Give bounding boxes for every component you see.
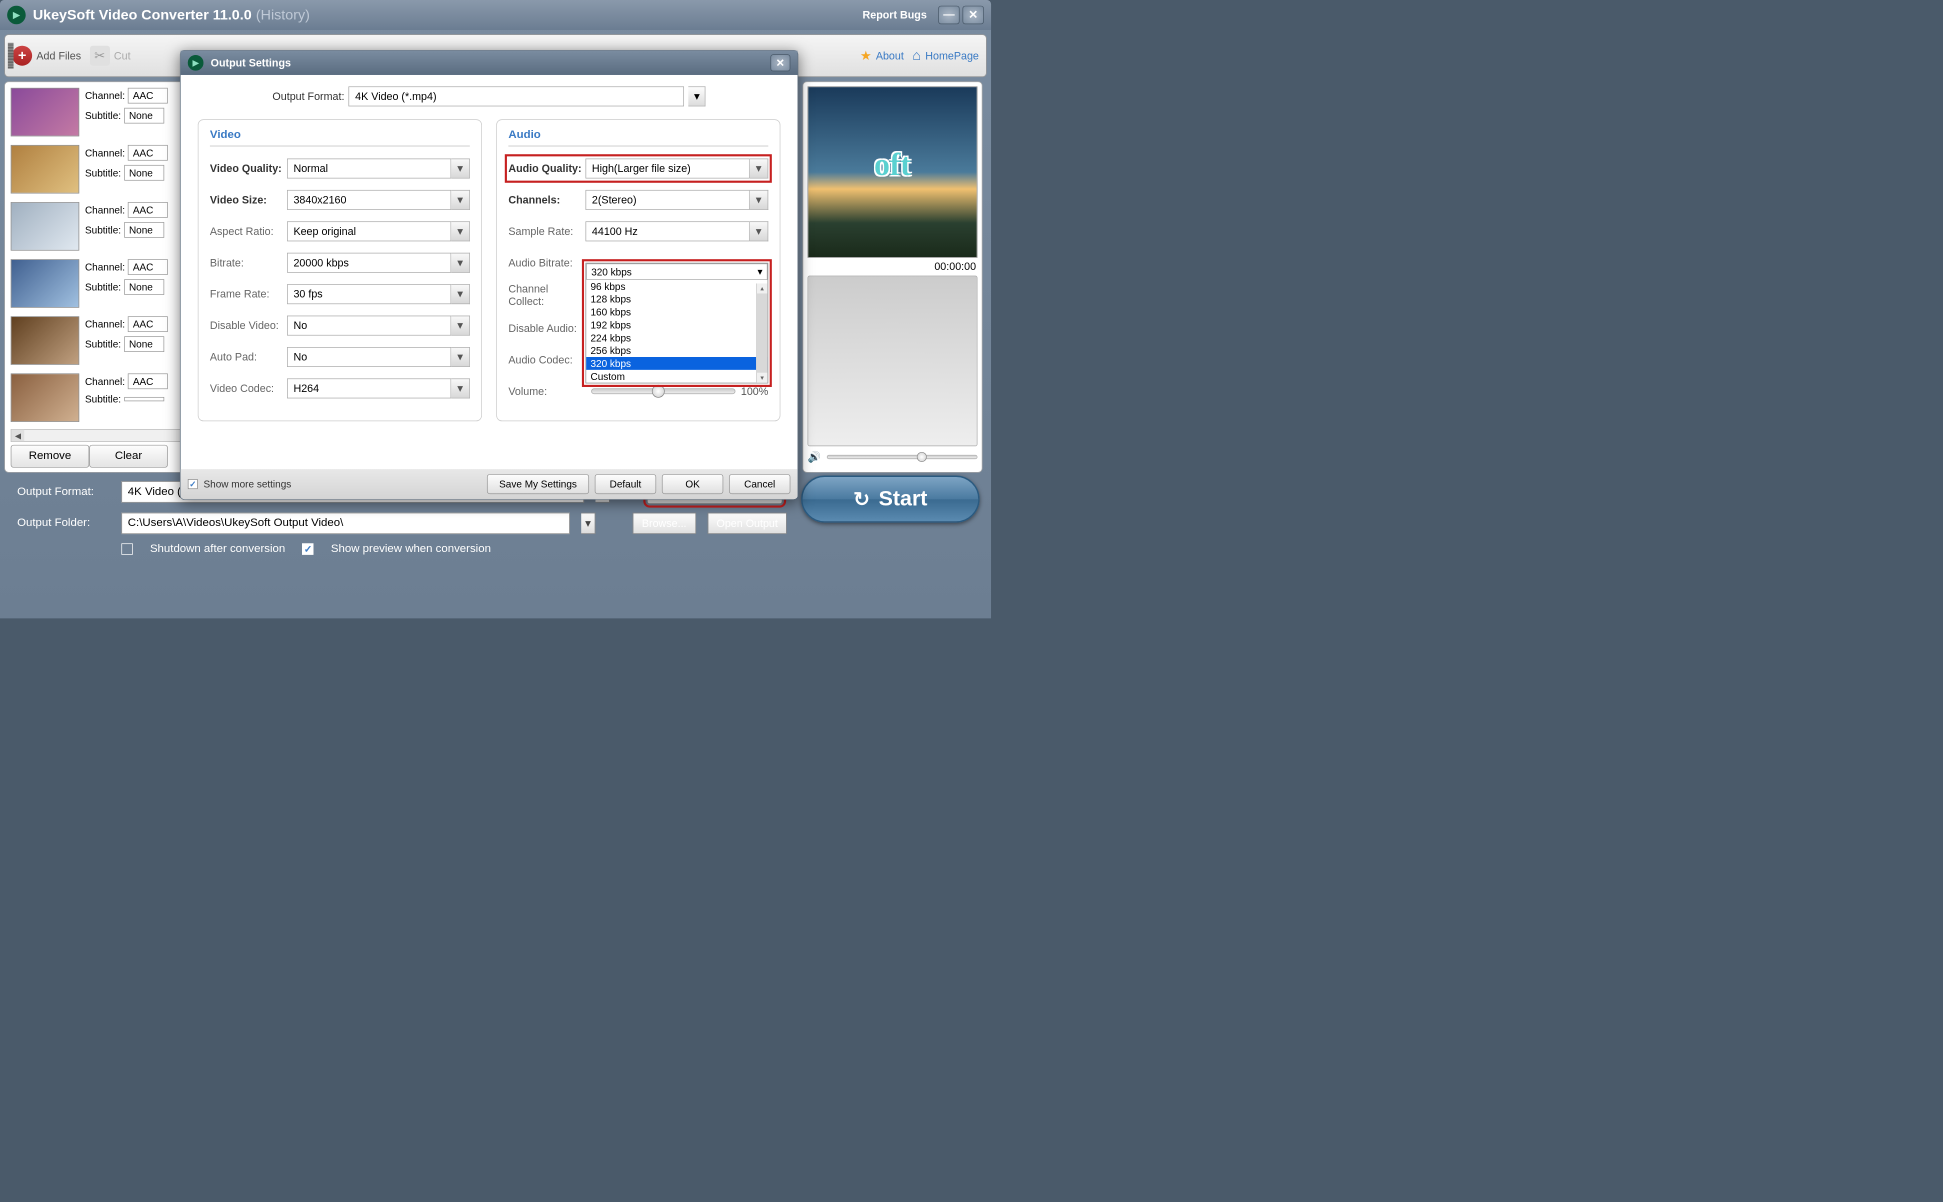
subtitle-select[interactable]: None	[124, 108, 164, 124]
chevron-down-icon[interactable]: ▾	[689, 86, 706, 106]
start-button[interactable]: Start	[801, 476, 980, 523]
dropdown-option[interactable]: Custom	[586, 370, 767, 383]
preview-image: oft	[808, 86, 978, 257]
ok-button[interactable]: OK	[662, 474, 723, 494]
disable-video-select[interactable]: No	[287, 316, 451, 336]
add-icon	[12, 46, 32, 66]
audio-panel: Audio Audio Quality:High(Larger file siz…	[496, 119, 780, 421]
show-more-label: Show more settings	[203, 478, 291, 489]
app-logo-icon	[7, 6, 26, 25]
dropdown-option[interactable]: 256 kbps	[586, 344, 767, 357]
thumbnail	[11, 145, 80, 194]
shutdown-label: Shutdown after conversion	[150, 543, 285, 556]
app-window: UkeySoft Video Converter 11.0.0 (History…	[0, 0, 991, 618]
modal-output-format-select[interactable]: 4K Video (*.mp4)	[349, 86, 685, 106]
dropdown-option[interactable]: 192 kbps	[586, 318, 767, 331]
thumbnail	[11, 88, 80, 137]
audio-channels-select[interactable]: 2(Stereo)	[585, 190, 749, 210]
modal-output-format-label: Output Format:	[272, 90, 344, 102]
channel-select[interactable]: AAC	[128, 88, 168, 104]
clear-button[interactable]: Clear	[89, 445, 168, 468]
report-bugs-link[interactable]: Report Bugs	[863, 9, 927, 21]
channel-select[interactable]: AAC	[128, 373, 168, 389]
thumbnail	[11, 202, 80, 251]
dropdown-option[interactable]: 128 kbps	[586, 293, 767, 306]
volume-slider[interactable]	[827, 455, 978, 459]
output-folder-input[interactable]: C:\Users\A\Videos\UkeySoft Output Video\	[121, 513, 569, 534]
output-format-label: Output Format:	[17, 486, 110, 499]
frame-rate-select[interactable]: 30 fps	[287, 284, 451, 304]
default-button[interactable]: Default	[595, 474, 656, 494]
cut-button[interactable]: Cut	[90, 46, 131, 66]
remove-button[interactable]: Remove	[11, 445, 90, 468]
dialog-titlebar: Output Settings ✕	[181, 51, 798, 75]
channel-select[interactable]: AAC	[128, 202, 168, 218]
output-settings-dialog: Output Settings ✕ Output Format: 4K Vide…	[180, 50, 798, 500]
output-folder-label: Output Folder:	[17, 517, 110, 530]
show-preview-checkbox[interactable]	[302, 543, 313, 554]
browse-button[interactable]: Browse...	[633, 513, 696, 534]
close-button[interactable]: ✕	[962, 6, 983, 25]
homepage-button[interactable]: HomePage	[912, 47, 979, 63]
subtitle-select[interactable]: None	[124, 336, 164, 352]
add-files-button[interactable]: Add Files	[12, 46, 81, 66]
video-bitrate-select[interactable]: 20000 kbps	[287, 253, 451, 273]
save-my-settings-button[interactable]: Save My Settings	[487, 474, 589, 494]
preview-panel: oft 00:00:00	[803, 81, 983, 472]
preview-seek-slider[interactable]	[808, 275, 978, 446]
volume-percent: 100%	[741, 385, 768, 397]
audio-panel-title: Audio	[508, 129, 768, 147]
dialog-logo-icon	[188, 55, 204, 71]
audio-bitrate-dropdown[interactable]: 320 kbps▾ 96 kbps128 kbps160 kbps192 kbp…	[585, 263, 768, 384]
subtitle-select[interactable]	[124, 397, 164, 401]
thumbnail	[11, 259, 80, 308]
titlebar: UkeySoft Video Converter 11.0.0 (History…	[0, 0, 991, 30]
home-icon	[912, 47, 921, 63]
star-icon	[860, 48, 872, 63]
preview-watermark: oft	[874, 146, 911, 182]
thumbnail	[11, 373, 80, 422]
audio-volume-slider[interactable]	[591, 388, 735, 394]
auto-pad-select[interactable]: No	[287, 347, 451, 367]
dropdown-option[interactable]: 160 kbps	[586, 306, 767, 319]
video-quality-select[interactable]: Normal	[287, 159, 451, 179]
audio-quality-select[interactable]: High(Larger file size)	[585, 159, 749, 179]
dialog-title: Output Settings	[211, 57, 291, 69]
show-more-checkbox[interactable]	[188, 479, 198, 489]
dialog-footer: Show more settings Save My Settings Defa…	[181, 469, 798, 499]
video-panel: Video Video Quality:Normal Video Size:38…	[198, 119, 482, 421]
dialog-close-button[interactable]: ✕	[770, 54, 790, 71]
shutdown-checkbox[interactable]	[121, 543, 132, 554]
preview-time: 00:00:00	[808, 257, 978, 275]
dropdown-option[interactable]: 320 kbps	[586, 357, 767, 370]
minimize-button[interactable]: —	[938, 6, 959, 25]
video-codec-select[interactable]: H264	[287, 378, 451, 398]
cut-icon	[90, 46, 110, 66]
app-title: UkeySoft Video Converter 11.0.0	[33, 7, 252, 23]
channel-select[interactable]: AAC	[128, 259, 168, 275]
video-size-select[interactable]: 3840x2160	[287, 190, 451, 210]
thumbnail	[11, 316, 80, 365]
video-panel-title: Video	[210, 129, 470, 147]
channel-select[interactable]: AAC	[128, 316, 168, 332]
show-preview-label: Show preview when conversion	[331, 543, 491, 556]
cancel-button[interactable]: Cancel	[729, 474, 790, 494]
subtitle-select[interactable]: None	[124, 165, 164, 181]
output-folder-dropdown-icon[interactable]: ▾	[581, 513, 595, 534]
dropdown-option[interactable]: 224 kbps	[586, 331, 767, 344]
sample-rate-select[interactable]: 44100 Hz	[585, 221, 749, 241]
dropdown-option[interactable]: 96 kbps	[586, 280, 767, 293]
about-button[interactable]: About	[860, 48, 904, 63]
channel-select[interactable]: AAC	[128, 145, 168, 161]
speaker-icon[interactable]	[808, 450, 821, 464]
subtitle-select[interactable]: None	[124, 222, 164, 238]
aspect-ratio-select[interactable]: Keep original	[287, 221, 451, 241]
open-output-button[interactable]: Open Output	[707, 513, 787, 534]
subtitle-select[interactable]: None	[124, 279, 164, 295]
history-link[interactable]: (History)	[256, 7, 310, 23]
